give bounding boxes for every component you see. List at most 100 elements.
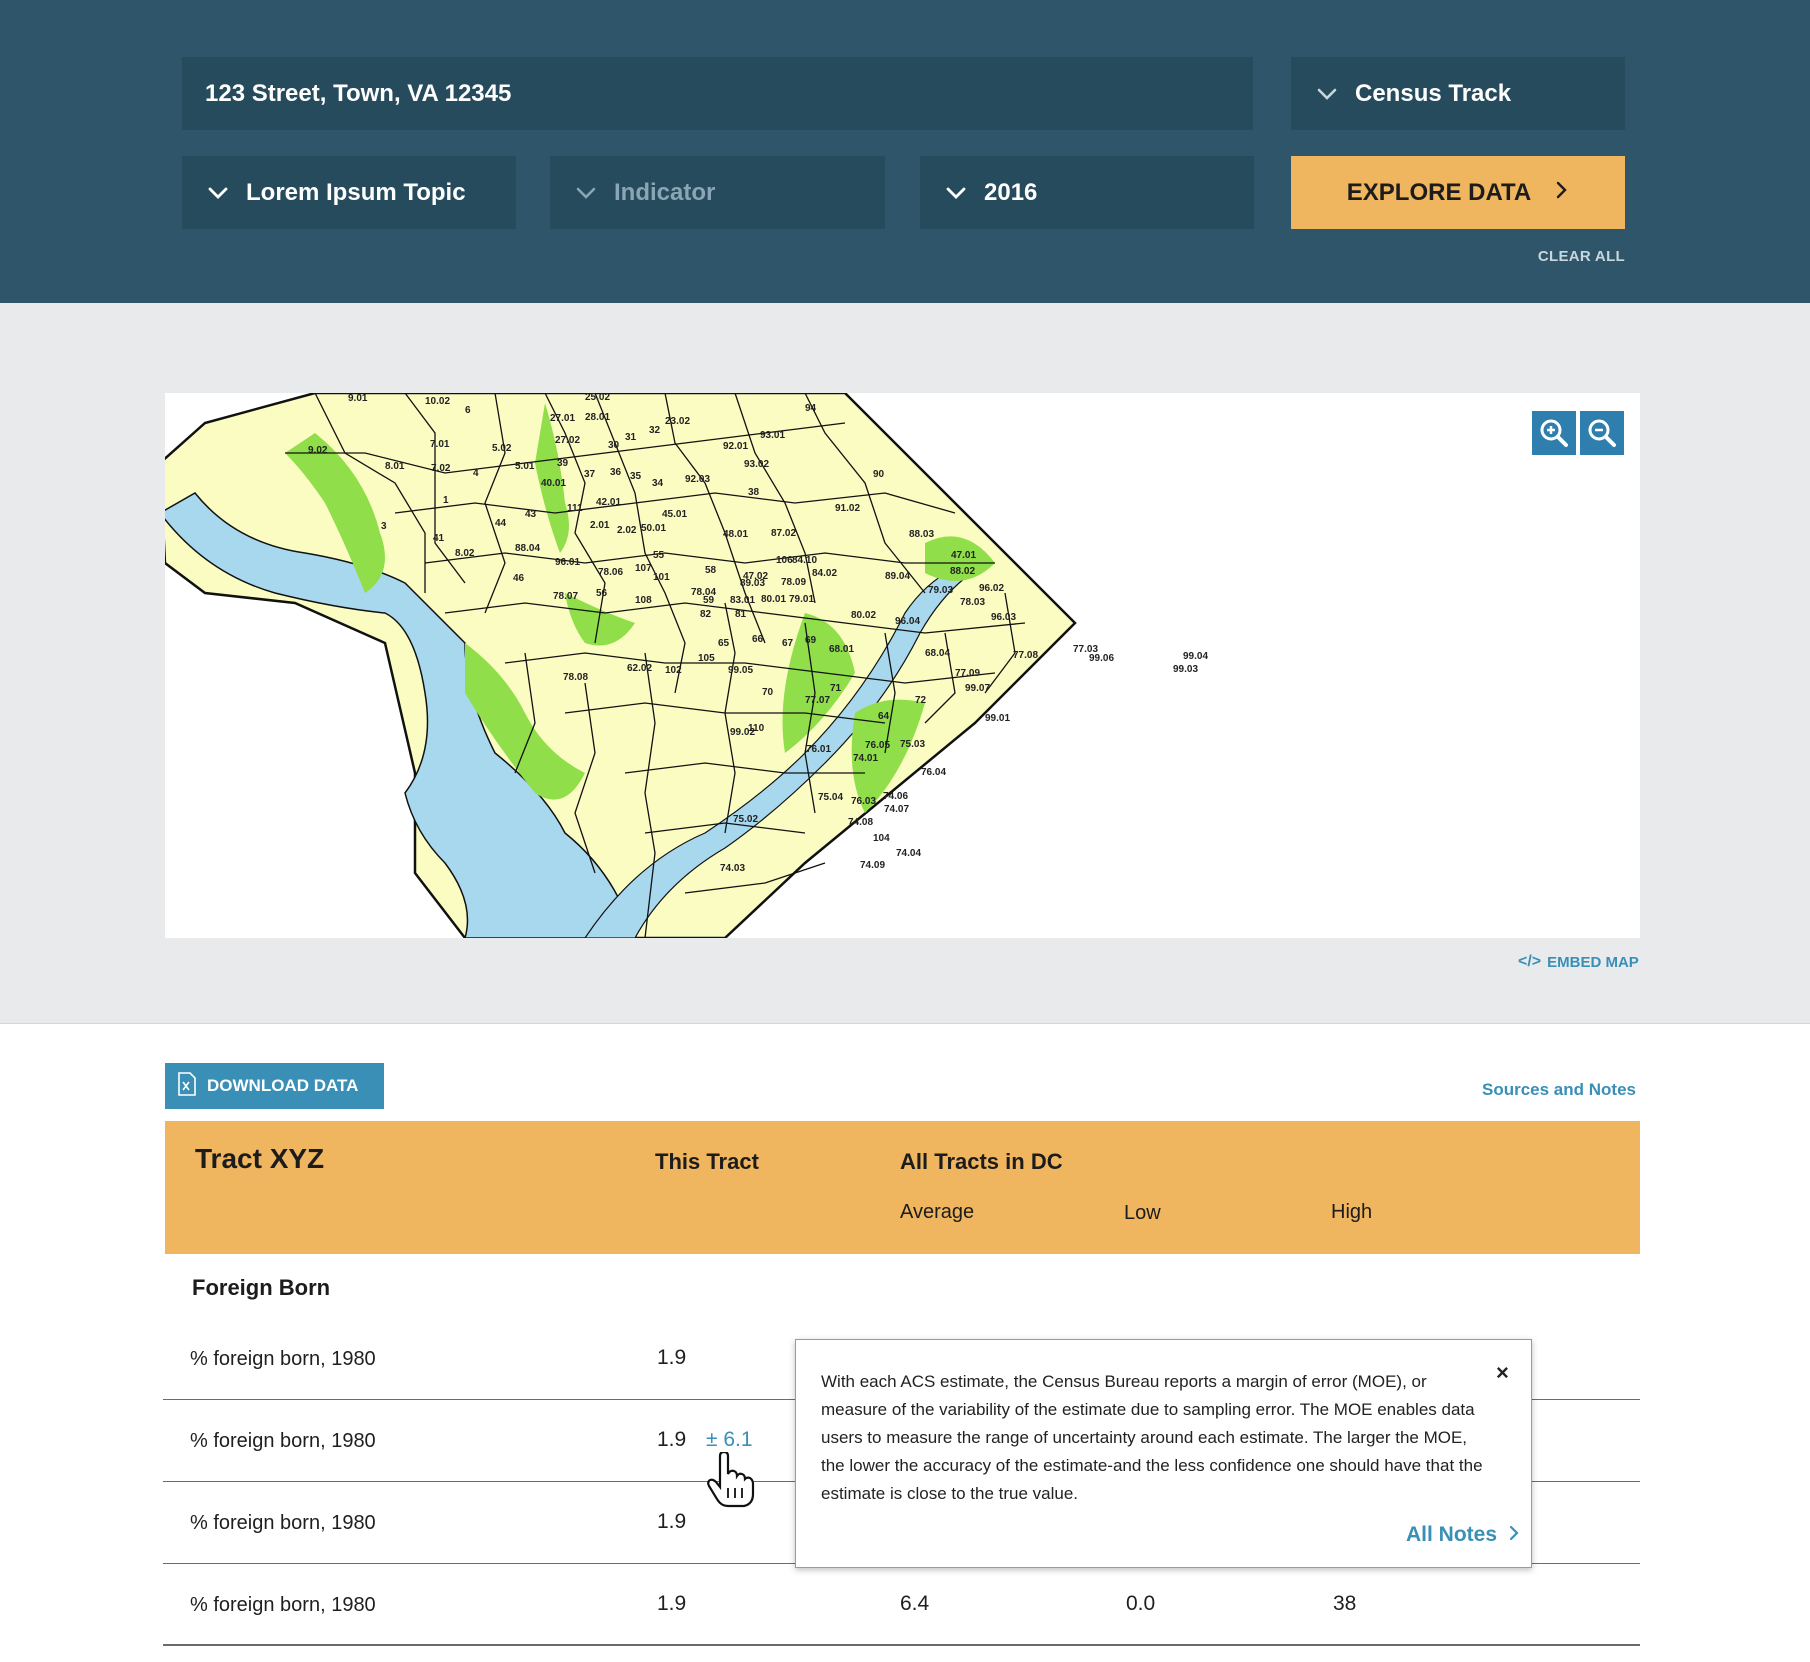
chevron-down-icon [574, 181, 598, 205]
tract-label: 31 [625, 432, 637, 443]
tract-label: 99.03 [1173, 664, 1198, 675]
tract-label: 71 [830, 683, 842, 694]
tract-label: 77.08 [1013, 650, 1038, 661]
moe-tooltip: With each ACS estimate, the Census Burea… [795, 1339, 1532, 1568]
tract-label: 78.03 [960, 597, 985, 608]
tract-label: 82 [700, 609, 712, 620]
table-header: Tract XYZ This Tract All Tracts in DC Av… [165, 1121, 1640, 1254]
tract-label: 47.01 [951, 550, 976, 561]
tract-label: 39 [557, 458, 569, 469]
tract-label: 37 [584, 469, 596, 480]
tract-label: 91.02 [835, 503, 860, 514]
census-tract-map[interactable]: 9.01 10.02 6 25.02 23.02 94 9.02 27.01 28.01 27.0… [165, 393, 1640, 938]
tract-label: 41 [433, 533, 445, 544]
year-value: 2016 [984, 178, 1038, 206]
tract-label: 10.02 [425, 396, 450, 407]
tract-label: 5.01 [515, 461, 535, 472]
tract-label: 77.09 [955, 668, 980, 679]
tract-label: 74.06 [883, 791, 908, 802]
tract-label: 32 [649, 425, 661, 436]
close-icon[interactable]: × [1496, 1360, 1509, 1386]
tooltip-text: With each ACS estimate, the Census Burea… [821, 1372, 1483, 1503]
hand-pointer-cursor-icon [706, 1450, 756, 1513]
this-tract-value: 1.9 [657, 1510, 687, 1533]
tract-label: 111 [567, 503, 583, 514]
tract-label: 56 [596, 588, 608, 599]
tract-label: 25.02 [585, 393, 610, 403]
tract-label: 55 [653, 550, 665, 561]
margin-of-error-link[interactable]: ± 6.1 [706, 1428, 753, 1452]
tract-label: 9.01 [348, 393, 368, 404]
tract-label: 79.03 [928, 585, 953, 596]
clear-all-link[interactable]: CLEAR ALL [1500, 248, 1625, 265]
row-label: % foreign born, 1980 [190, 1594, 376, 1616]
tract-label: 74.08 [848, 817, 873, 828]
tract-label: 46 [513, 573, 525, 584]
tract-name: Tract XYZ [195, 1143, 325, 1174]
tract-label: 80.01 [761, 594, 786, 605]
low-column-header: Low [1124, 1202, 1161, 1224]
tract-label: 96.02 [979, 583, 1004, 594]
address-input[interactable]: 123 Street, Town, VA 12345 [182, 57, 1253, 130]
tract-label: 7.02 [431, 463, 451, 474]
tract-label: 96.04 [895, 616, 920, 627]
row-label: % foreign born, 1980 [190, 1512, 376, 1534]
year-select[interactable]: 2016 [920, 156, 1254, 229]
tract-label: 28.01 [585, 412, 610, 423]
zoom-out-button[interactable] [1580, 411, 1624, 455]
tract-label: 110 [748, 723, 765, 734]
tract-label: 62.02 [627, 663, 652, 674]
tract-label: 78.09 [781, 577, 806, 588]
all-notes-link[interactable]: All Notes [1406, 1523, 1519, 1547]
dc-tract-map-graphic[interactable]: 9.01 10.02 6 25.02 23.02 94 9.02 27.01 28.01 27.0… [165, 393, 1640, 938]
zoom-in-button[interactable] [1532, 411, 1576, 455]
sources-and-notes-link[interactable]: Sources and Notes [1450, 1080, 1636, 1100]
tract-label: 69 [805, 635, 817, 646]
tract-label: 78.04 [691, 587, 716, 598]
tract-label: 36 [610, 467, 622, 478]
topic-select[interactable]: Lorem Ipsum Topic [182, 156, 516, 229]
embed-map-label: EMBED MAP [1547, 953, 1639, 971]
tract-label: 89.04 [885, 571, 910, 582]
tract-label: 96.03 [991, 612, 1016, 623]
tract-label: 70 [762, 687, 774, 698]
tract-label: 2.02 [617, 525, 637, 536]
this-tract-value: 1.9 [657, 1346, 687, 1369]
all-notes-label: All Notes [1406, 1523, 1498, 1546]
tract-label: 90 [873, 469, 885, 480]
download-data-button[interactable]: DOWNLOAD DATA [165, 1063, 384, 1109]
tract-label: 35 [630, 471, 642, 482]
tract-label: 43 [525, 509, 537, 520]
explore-data-button[interactable]: EXPLORE DATA [1291, 156, 1625, 229]
tract-label: 78.07 [553, 591, 578, 602]
section-title: Foreign Born [192, 1275, 331, 1300]
tract-label: 74.07 [884, 804, 909, 815]
indicator-select[interactable]: Indicator [550, 156, 885, 229]
geography-select[interactable]: Census Track [1291, 57, 1625, 130]
tract-label: 72 [915, 695, 927, 706]
tract-label: 50.01 [641, 523, 666, 534]
tract-label: 92.01 [723, 441, 748, 452]
tract-label: 93.01 [760, 430, 785, 441]
tract-label: 30 [608, 440, 620, 451]
tract-label: 3 [381, 521, 387, 532]
tract-label: 105 [698, 653, 715, 664]
tract-label: 74.01 [853, 753, 878, 764]
tract-label: 67 [782, 638, 794, 649]
tract-label: 107 [635, 563, 652, 574]
tract-label: 99.05 [728, 665, 753, 676]
tract-label: 74.03 [720, 863, 745, 874]
tract-label: 8.01 [385, 461, 405, 472]
tract-label: 101 [653, 572, 670, 583]
geography-value: Census Track [1355, 79, 1512, 107]
embed-map-link[interactable]: </> EMBED MAP [1518, 953, 1639, 971]
tract-label: 99.04 [1183, 651, 1208, 662]
topic-value: Lorem Ipsum Topic [246, 178, 466, 206]
high-value: 38 [1333, 1592, 1357, 1615]
all-tracts-column-header: All Tracts in DC [900, 1149, 1063, 1174]
tract-label: 99.06 [1089, 653, 1114, 664]
tract-label: 48.01 [723, 529, 748, 540]
tract-label: 45.01 [662, 509, 687, 520]
this-tract-value: 1.9 [657, 1428, 687, 1451]
chevron-down-icon [1315, 82, 1339, 106]
